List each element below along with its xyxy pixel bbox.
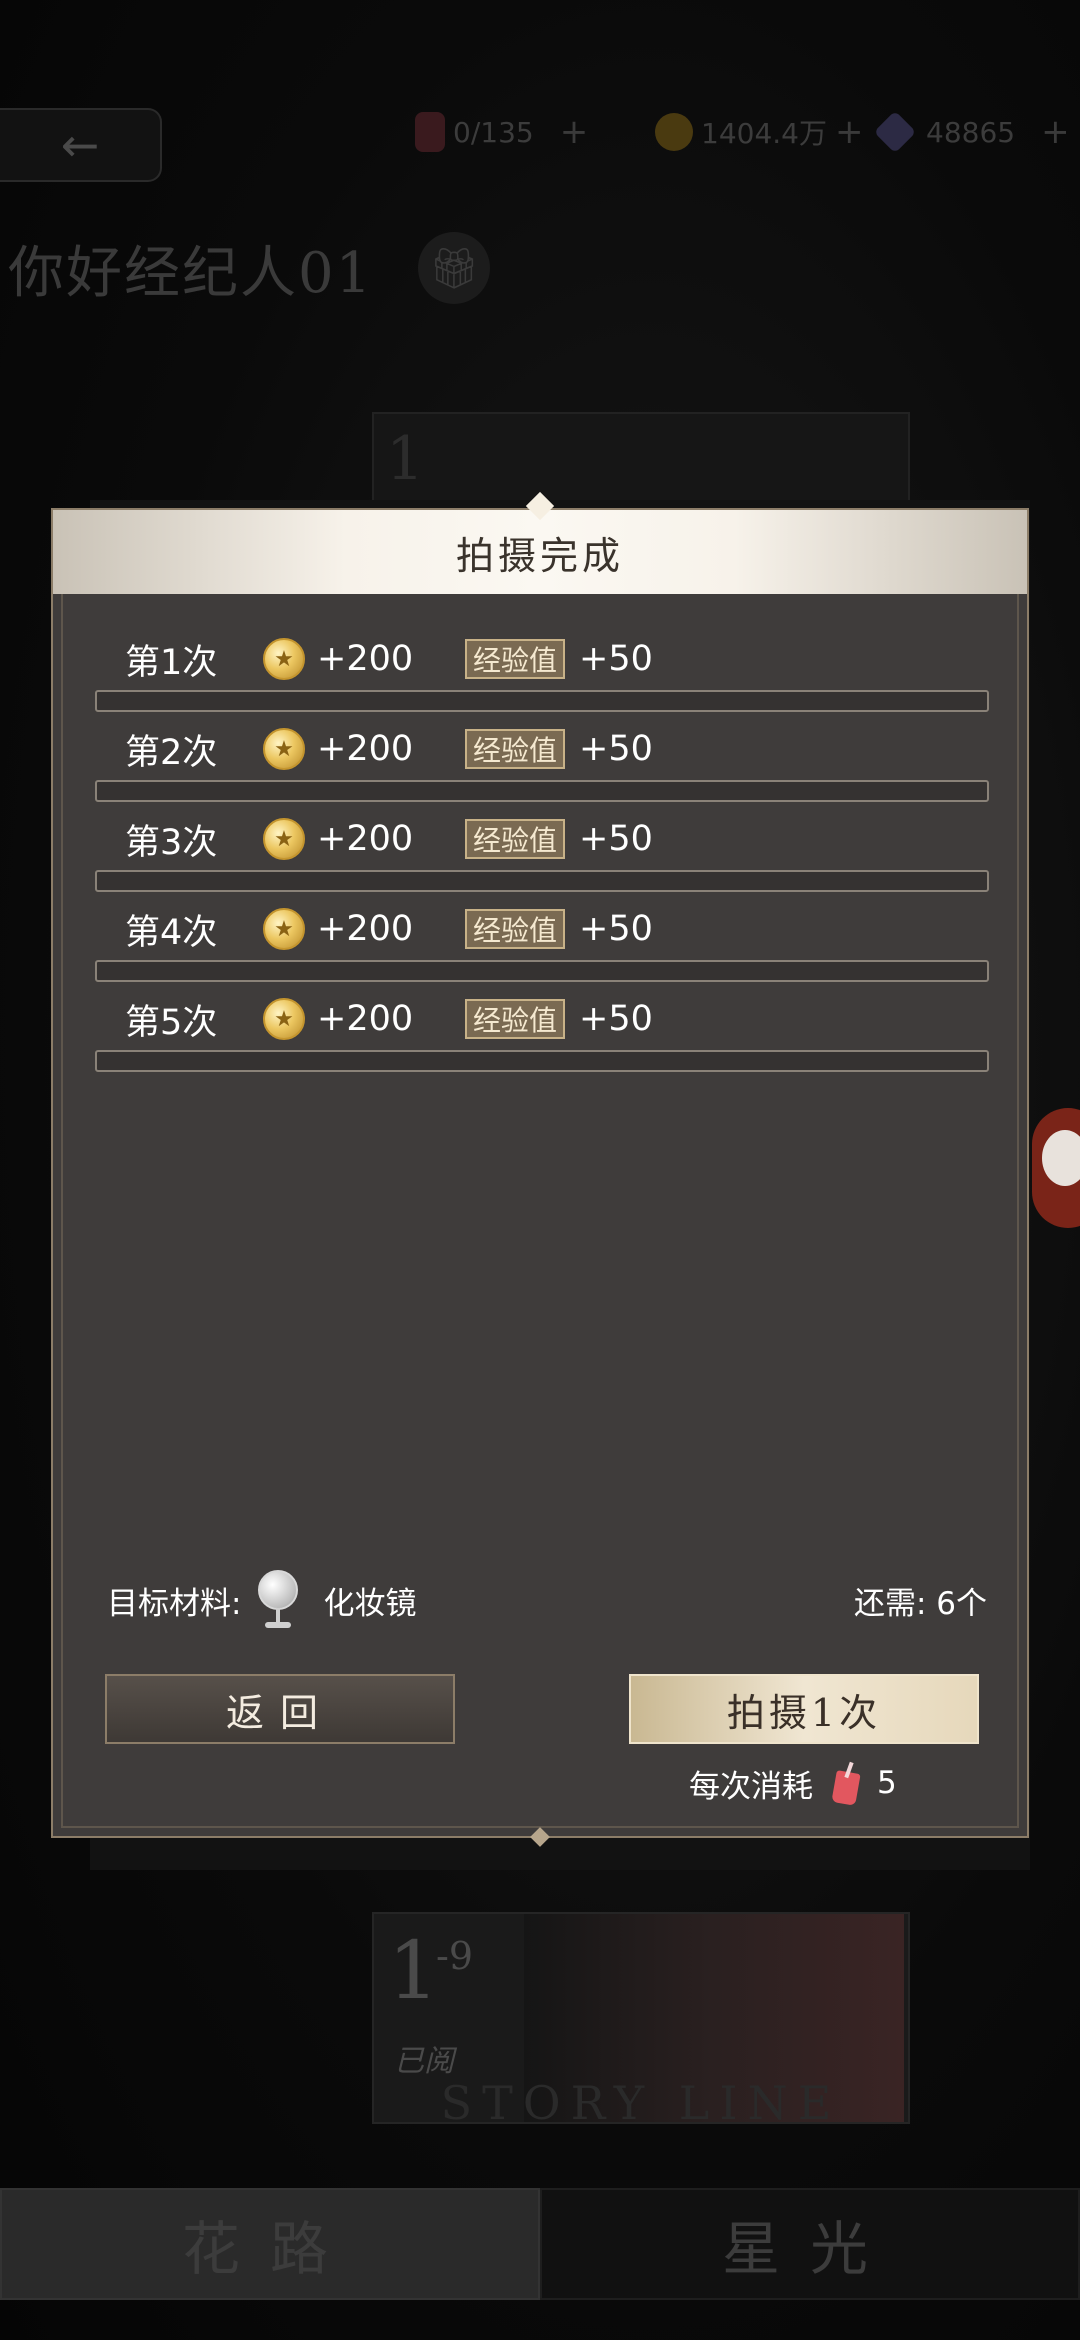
coin-resource: 1404.4万 + bbox=[655, 108, 863, 156]
coin-icon: ★ bbox=[263, 998, 305, 1040]
greeting-title: 你好经纪人01 bbox=[8, 241, 374, 306]
back-arrow-icon: ← bbox=[60, 118, 100, 172]
exp-badge: 经验值 bbox=[465, 639, 566, 679]
exp-reward: +50 bbox=[579, 819, 653, 859]
coin-count: 1404.4万 bbox=[701, 117, 827, 150]
target-name: 化妆镜 bbox=[323, 1585, 417, 1622]
reward-row: 第1次 ★ +200 经验值 +50 bbox=[125, 629, 965, 689]
row-label: 第4次 bbox=[125, 912, 218, 953]
row-divider bbox=[95, 960, 989, 982]
row-label: 第2次 bbox=[125, 732, 218, 773]
shoot-complete-dialog: 拍摄完成 第1次 ★ +200 经验值 +50 第2次 ★ +200 经验值 +… bbox=[51, 491, 1029, 1847]
exp-reward: +50 bbox=[579, 639, 653, 679]
drink-resource: 0/135 + bbox=[415, 108, 588, 156]
return-button[interactable]: 返回 bbox=[105, 1674, 455, 1744]
reward-row: 第4次 ★ +200 经验值 +50 bbox=[125, 899, 965, 959]
drink-icon bbox=[415, 112, 445, 152]
story-line-watermark: STORY LINE bbox=[440, 2076, 842, 2124]
row-divider bbox=[95, 870, 989, 892]
coin-icon: ★ bbox=[263, 818, 305, 860]
reward-row: 第5次 ★ +200 经验值 +50 bbox=[125, 989, 965, 1049]
dialog-header: 拍摄完成 bbox=[53, 491, 1027, 594]
gem-resource: 48865 + bbox=[873, 108, 1070, 156]
row-label: 第5次 bbox=[125, 1002, 218, 1043]
exp-badge: 经验值 bbox=[465, 729, 566, 769]
gift-icon: 🎁︎ bbox=[428, 245, 480, 292]
coin-icon: ★ bbox=[263, 638, 305, 680]
top-card-number: 1 bbox=[386, 424, 425, 494]
dialog-title: 拍摄完成 bbox=[455, 533, 624, 578]
gift-button[interactable]: 🎁︎ bbox=[418, 232, 490, 304]
exp-badge: 经验值 bbox=[465, 999, 566, 1039]
bottom-card-number: 1 bbox=[388, 1924, 439, 2017]
tab-starlight[interactable]: 星光 bbox=[540, 2188, 1080, 2300]
reward-row: 第3次 ★ +200 经验值 +50 bbox=[125, 809, 965, 869]
coin-reward: +200 bbox=[317, 819, 414, 859]
reward-row: 第2次 ★ +200 经验值 +50 bbox=[125, 719, 965, 779]
target-label: 目标材料: bbox=[107, 1585, 242, 1622]
row-divider bbox=[95, 780, 989, 802]
exp-reward: +50 bbox=[579, 909, 653, 949]
gem-icon bbox=[873, 110, 917, 154]
bottom-card-status: 已阅 bbox=[394, 2044, 454, 2079]
coin-icon: ★ bbox=[263, 728, 305, 770]
cost-per-shoot: 每次消耗 5 bbox=[689, 1758, 897, 1808]
exp-reward: +50 bbox=[579, 729, 653, 769]
coin-icon: ★ bbox=[263, 908, 305, 950]
row-divider bbox=[95, 1050, 989, 1072]
mascot-float-button[interactable] bbox=[1032, 1108, 1080, 1228]
exp-reward: +50 bbox=[579, 999, 653, 1039]
coin-reward: +200 bbox=[317, 639, 414, 679]
exp-badge: 经验值 bbox=[465, 819, 566, 859]
bottom-tab-bar: 花路 星光 bbox=[0, 2188, 1080, 2300]
add-coin-button[interactable]: + bbox=[835, 112, 864, 152]
exp-badge: 经验值 bbox=[465, 909, 566, 949]
tab-flower-road[interactable]: 花路 bbox=[0, 2188, 540, 2300]
add-drink-button[interactable]: + bbox=[560, 112, 589, 152]
remaining-needed: 还需: 6个 bbox=[853, 1585, 987, 1622]
top-story-card[interactable]: 1 bbox=[372, 412, 910, 506]
cost-value: 5 bbox=[877, 1765, 897, 1801]
bottom-story-card[interactable]: 1 -9 已阅 STORY LINE bbox=[372, 1912, 910, 2124]
bottom-card-sup: -9 bbox=[436, 1934, 474, 1978]
coin-reward: +200 bbox=[317, 909, 414, 949]
drink-count: 0/135 bbox=[453, 115, 534, 149]
drink-icon bbox=[831, 1761, 861, 1806]
coin-icon bbox=[655, 113, 693, 151]
target-material-row: 目标材料: 化妆镜 还需: 6个 bbox=[107, 1570, 987, 1630]
cost-label: 每次消耗 bbox=[689, 1768, 813, 1805]
row-divider bbox=[95, 690, 989, 712]
back-arrow-button[interactable]: ← bbox=[0, 108, 162, 182]
row-label: 第3次 bbox=[125, 822, 218, 863]
row-label: 第1次 bbox=[125, 642, 218, 683]
gem-count: 48865 bbox=[926, 115, 1016, 149]
add-gem-button[interactable]: + bbox=[1041, 112, 1070, 152]
shoot-once-button[interactable]: 拍摄1次 bbox=[629, 1674, 979, 1744]
coin-reward: +200 bbox=[317, 999, 414, 1039]
coin-reward: +200 bbox=[317, 729, 414, 769]
makeup-mirror-icon bbox=[255, 1570, 301, 1630]
